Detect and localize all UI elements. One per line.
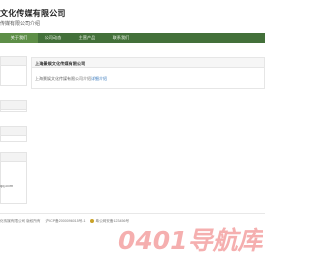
site-footer: 化传媒有限公司 版权所有 沪ICP备2000096015号-1 粤公网安备123… — [0, 219, 129, 224]
intro-panel-header: 上海景娱文化传媒有限公司 — [32, 58, 264, 68]
intro-panel-title: 上海景娱文化传媒有限公司 — [35, 60, 86, 66]
watermark-logo: 0401导航库 — [118, 226, 263, 255]
sidebar-box-header — [1, 57, 26, 66]
footer-icp-link[interactable]: 沪ICP备2000096015号-1 — [46, 219, 86, 223]
main-nav: 关于我们 公司动态 主营产品 联系我们 — [0, 33, 265, 43]
sidebar-box-2 — [0, 100, 27, 112]
sidebar-box-1 — [0, 56, 27, 86]
nav-item-news[interactable]: 公司动态 — [38, 33, 68, 43]
intro-text-prefix: 上海景娱文化传媒有限公司介绍 — [35, 76, 91, 81]
nav-item-about[interactable]: 关于我们 — [0, 33, 38, 43]
intro-detail-link[interactable]: 详细介绍 — [91, 76, 107, 81]
footer-copyright: 化传媒有限公司 版权所有 — [0, 219, 41, 223]
company-subtitle: 传媒有限公司介绍 — [0, 21, 41, 27]
nav-item-contact[interactable]: 联系我们 — [104, 33, 138, 43]
intro-panel: 上海景娱文化传媒有限公司 上海景娱文化传媒有限公司介绍详细介绍 — [31, 57, 265, 89]
police-badge-icon — [89, 219, 94, 224]
sidebar-box-header — [1, 101, 26, 110]
sidebar-box-contact — [0, 152, 27, 204]
intro-text: 上海景娱文化传媒有限公司介绍详细介绍 — [35, 76, 107, 82]
company-title: 文化传媒有限公司 — [0, 9, 66, 18]
sidebar-box-3 — [0, 126, 27, 142]
site-header: 文化传媒有限公司 传媒有限公司介绍 — [0, 0, 265, 32]
watermark-text: 0401导航库 — [118, 226, 263, 255]
sidebar-box-header — [1, 127, 26, 136]
nav-item-products[interactable]: 主营产品 — [72, 33, 102, 43]
footer-divider — [0, 213, 265, 214]
contact-email[interactable]: qq.com — [0, 183, 13, 188]
sidebar-box-header — [1, 153, 26, 162]
